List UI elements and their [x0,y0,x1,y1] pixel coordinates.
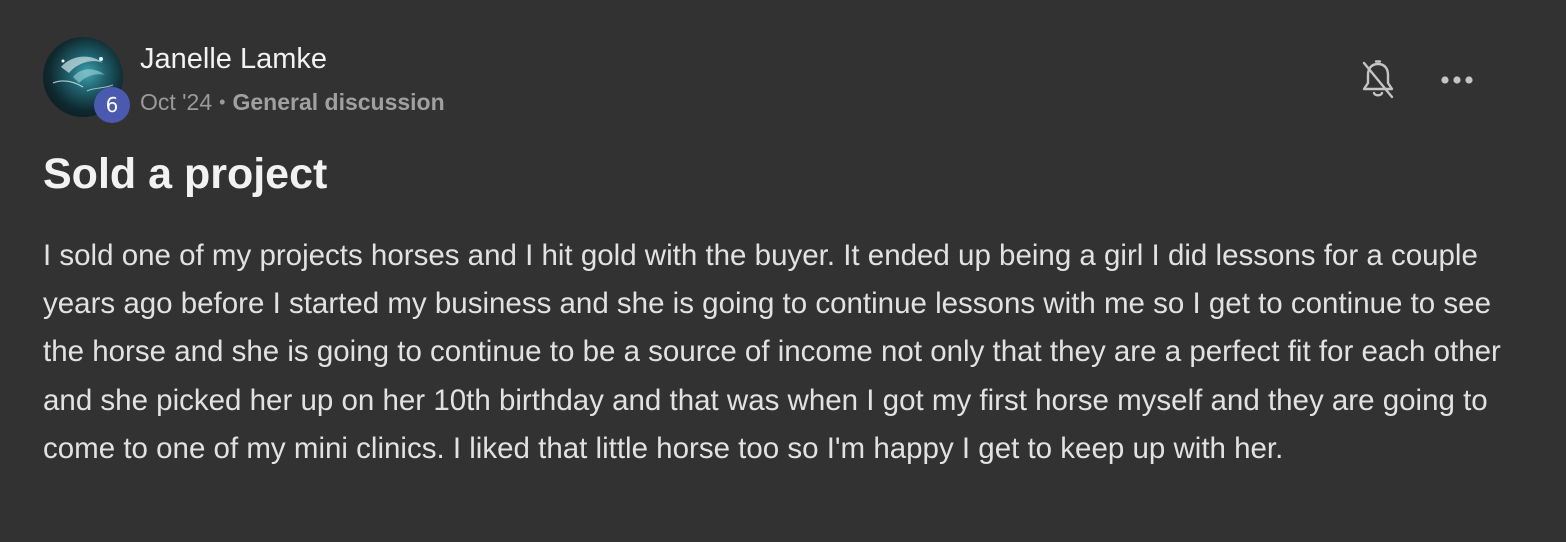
post-title[interactable]: Sold a project [43,150,327,199]
post-category-link[interactable]: General discussion [232,89,444,116]
bell-off-icon[interactable] [1360,59,1396,101]
post-card: 6 Janelle Lamke Oct '24 • General discus… [0,0,1566,542]
author-name[interactable]: Janelle Lamke [140,43,327,76]
author-avatar-container[interactable]: 6 [43,37,130,123]
post-meta: Oct '24 • General discussion [140,89,445,116]
meta-separator: • [219,92,226,112]
user-level-value: 6 [105,93,119,117]
more-horizontal-icon [1441,76,1473,84]
post-date[interactable]: Oct '24 [140,89,212,116]
more-options-button[interactable] [1437,66,1477,94]
user-level-badge: 6 [94,87,130,123]
post-body: I sold one of my projects horses and I h… [43,239,1501,465]
